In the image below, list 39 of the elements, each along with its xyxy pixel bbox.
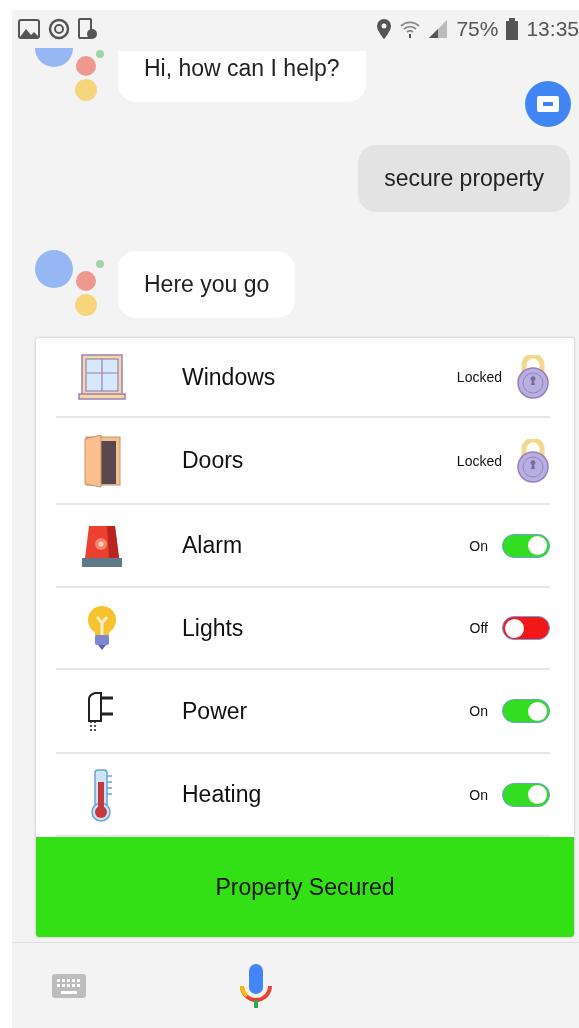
microphone-icon[interactable] (239, 962, 273, 1009)
window-icon (78, 353, 126, 401)
device-status: Off (469, 620, 488, 636)
drawer-button[interactable] (525, 81, 571, 127)
toggle-switch[interactable] (502, 782, 550, 807)
phone-clock-icon (78, 18, 98, 40)
tray-icon (537, 96, 559, 112)
device-name: Heating (182, 781, 263, 808)
light-bulb-icon (86, 605, 118, 651)
siren-icon (81, 523, 123, 568)
assistant-message: Hi, how can I help? (118, 50, 366, 102)
device-name: Alarm (182, 532, 244, 559)
location-pin-icon (376, 18, 393, 40)
toggle-switch[interactable] (502, 616, 550, 640)
device-name: Power (182, 697, 249, 725)
keyboard-icon[interactable] (52, 973, 86, 998)
device-name: Windows (182, 363, 277, 391)
sync-icon (48, 18, 70, 40)
toggle-switch[interactable] (502, 533, 550, 558)
open-door-icon (82, 433, 122, 488)
battery-icon (506, 18, 519, 40)
toggle-switch[interactable] (502, 699, 550, 723)
clock: 13:35 (526, 17, 579, 41)
device-status: Locked (456, 452, 502, 469)
assistant-logo-icon (34, 48, 104, 104)
device-name: Lights (182, 614, 245, 642)
device-name: Doors (182, 447, 245, 474)
user-message: secure property (358, 145, 570, 212)
signal-icon (428, 19, 449, 39)
assistant-message: Here you go (118, 250, 296, 318)
device-status: On (469, 786, 488, 803)
device-status: On (469, 703, 488, 719)
status-banner: Property Secured (36, 837, 574, 937)
assistant-logo-icon (34, 249, 104, 319)
wifi-icon (400, 19, 421, 39)
device-status: Locked (456, 369, 502, 385)
battery-percent: 75% (456, 17, 499, 41)
image-icon (18, 19, 40, 39)
device-status: On (469, 537, 488, 554)
